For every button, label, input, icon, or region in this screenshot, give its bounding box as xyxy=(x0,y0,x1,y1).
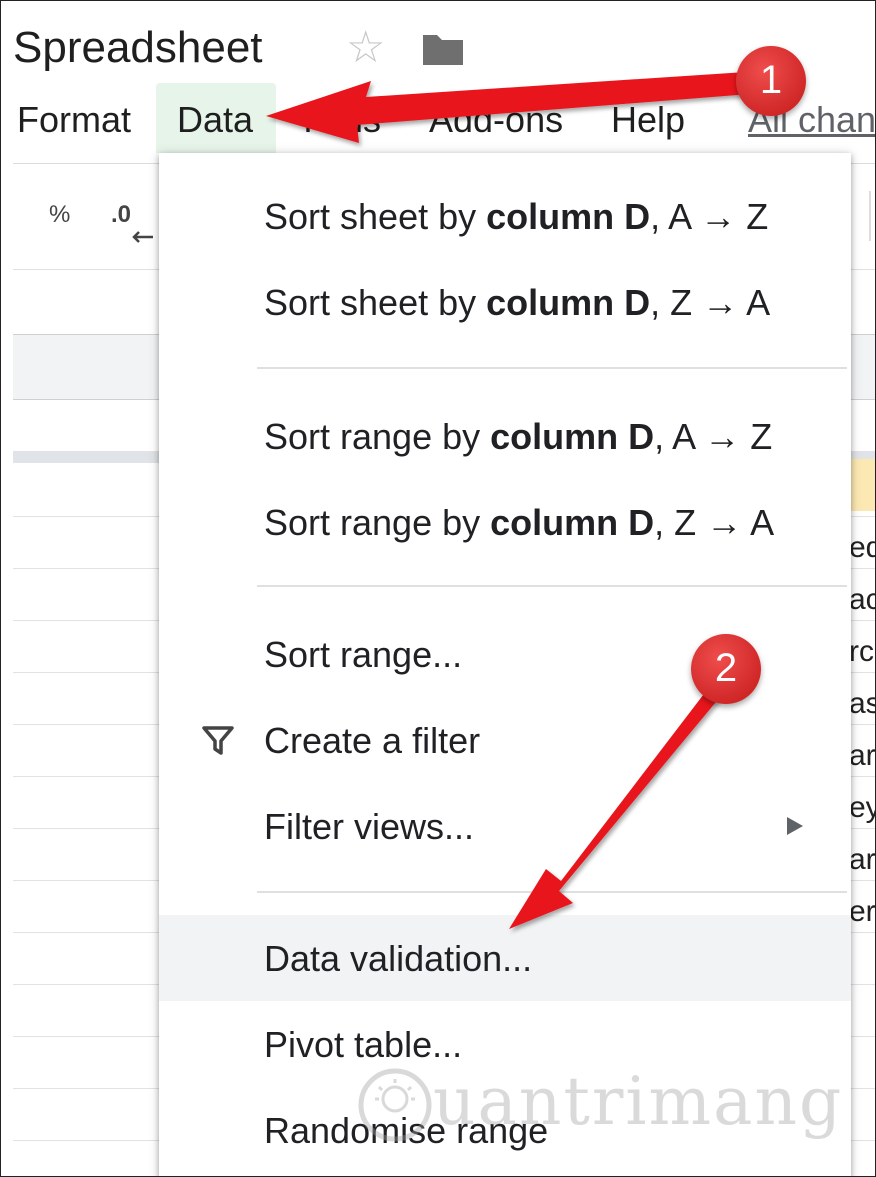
app-window: Spreadsheet ☆ Format Data Tools Add-ons … xyxy=(0,0,876,1177)
annotation-badge-2: 2 xyxy=(691,634,761,704)
menu-item-label: Pivot table... xyxy=(264,1024,463,1065)
menu-item-label: Sort range... xyxy=(264,634,463,675)
menu-item-filter-views[interactable]: Filter views... xyxy=(159,783,851,869)
label-suffix: , A → Z xyxy=(650,196,769,237)
watermark-text: uantrimang xyxy=(433,1063,844,1140)
cell-text[interactable]: ey xyxy=(849,791,875,825)
label-bold: column D xyxy=(490,416,655,457)
label-prefix: Sort sheet by xyxy=(264,196,487,237)
menu-item-sort-sheet-za[interactable]: Sort sheet by column D, Z → A xyxy=(159,259,851,345)
label-prefix: Sort range by xyxy=(264,416,491,457)
menu-item-sort-range-za[interactable]: Sort range by column D, Z → A xyxy=(159,479,851,565)
folder-icon[interactable] xyxy=(421,31,465,67)
toolbar-separator xyxy=(869,191,871,241)
menu-tools[interactable]: Tools xyxy=(297,99,381,141)
annotation-badge-1: 1 xyxy=(736,46,806,116)
label-bold: column D xyxy=(490,502,655,543)
menu-item-data-validation[interactable]: Data validation... xyxy=(159,915,851,1001)
label-suffix: , Z → A xyxy=(654,502,775,543)
menu-item-label: Create a filter xyxy=(264,720,481,761)
label-bold: column D xyxy=(486,196,651,237)
cell-text[interactable]: er xyxy=(849,895,875,929)
cell-text[interactable]: ed xyxy=(849,531,875,565)
menu-format[interactable]: Format xyxy=(17,99,131,141)
label-suffix: , Z → A xyxy=(650,282,771,323)
menu-item-label: Data validation... xyxy=(264,938,533,979)
menu-item-label: Filter views... xyxy=(264,806,475,847)
label-bold: column D xyxy=(486,282,651,323)
menu-add-ons[interactable]: Add-ons xyxy=(429,99,563,141)
submenu-arrow-icon xyxy=(787,817,803,835)
label-suffix: , A → Z xyxy=(654,416,773,457)
cell-text[interactable]: ar xyxy=(849,843,875,877)
arrow-left-icon xyxy=(132,231,153,243)
cell-text[interactable]: as xyxy=(849,687,875,721)
watermark-logo-icon xyxy=(358,1068,432,1142)
decrease-decimal-button[interactable]: .0 xyxy=(111,201,131,229)
star-icon[interactable]: ☆ xyxy=(346,23,385,73)
menu-item-create-filter[interactable]: Create a filter xyxy=(159,697,851,783)
label-prefix: Sort sheet by xyxy=(264,282,487,323)
cell-text[interactable]: ac xyxy=(849,583,875,617)
menu-item-sort-sheet-az[interactable]: Sort sheet by column D, A → Z xyxy=(159,173,851,259)
document-title[interactable]: Spreadsheet xyxy=(13,21,263,75)
menu-help[interactable]: Help xyxy=(611,99,685,141)
menu-separator xyxy=(257,585,847,587)
cell-text[interactable]: rc xyxy=(849,635,875,669)
menu-separator xyxy=(257,891,847,893)
label-prefix: Sort range by xyxy=(264,502,491,543)
menu-separator xyxy=(257,367,847,369)
menu-item-sort-range-az[interactable]: Sort range by column D, A → Z xyxy=(159,393,851,479)
format-percent-button[interactable]: % xyxy=(49,201,70,229)
menu-data[interactable]: Data xyxy=(177,99,253,141)
cell-text[interactable]: ar xyxy=(849,739,875,773)
filter-icon xyxy=(202,726,234,755)
